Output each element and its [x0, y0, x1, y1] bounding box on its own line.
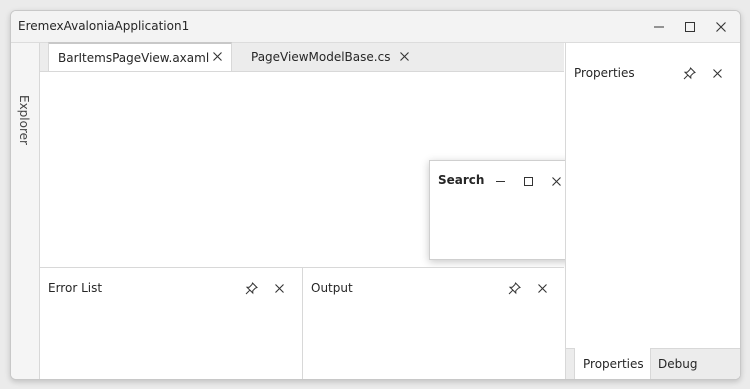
close-icon	[716, 22, 726, 32]
document-tabstrip: BarItemsPageView.axaml PageViewModelBase…	[40, 42, 564, 72]
minimize-icon	[654, 26, 664, 28]
tab-properties[interactable]: Properties	[574, 348, 651, 379]
properties-panel-title: Properties	[574, 66, 635, 80]
search-minimize-button[interactable]	[492, 173, 508, 189]
output-title: Output	[311, 281, 353, 295]
main-window: EremexAvaloniaApplication1 Explorer BarI…	[10, 10, 741, 380]
search-close-button[interactable]	[548, 173, 564, 189]
maximize-icon	[685, 22, 695, 32]
title-bar: EremexAvaloniaApplication1	[11, 11, 740, 43]
properties-bottom-tabstrip: Properties Debug	[566, 348, 740, 379]
search-window-title: Search	[438, 173, 485, 187]
tab-baritemspageview[interactable]: BarItemsPageView.axaml	[48, 42, 232, 71]
maximize-button[interactable]	[679, 17, 701, 37]
close-icon	[274, 283, 284, 293]
output-panel: Output	[303, 268, 564, 379]
left-dock-strip: Explorer	[11, 43, 40, 379]
window-title: EremexAvaloniaApplication1	[18, 19, 190, 33]
properties-close-button[interactable]	[709, 65, 725, 81]
close-icon	[400, 52, 409, 61]
search-floating-window[interactable]: Search	[429, 160, 579, 260]
close-icon	[551, 176, 561, 186]
tab-close-button[interactable]	[212, 51, 223, 62]
tab-pageviewmodelbase[interactable]: PageViewModelBase.cs	[241, 43, 421, 71]
close-icon	[712, 68, 722, 78]
properties-pin-button[interactable]	[681, 65, 697, 81]
document-area: BarItemsPageView.axaml PageViewModelBase…	[40, 42, 579, 267]
minimize-icon	[495, 180, 505, 182]
close-icon	[213, 52, 222, 61]
error-list-title: Error List	[48, 281, 103, 295]
pin-icon	[683, 66, 696, 79]
close-icon	[537, 283, 547, 293]
maximize-icon	[523, 176, 533, 186]
tab-label: BarItemsPageView.axaml	[58, 50, 210, 65]
minimize-button[interactable]	[648, 17, 670, 37]
tab-label: PageViewModelBase.cs	[251, 50, 391, 64]
output-pin-button[interactable]	[506, 280, 522, 296]
properties-panel: Properties Properties Debug	[565, 43, 740, 379]
error-list-pin-button[interactable]	[243, 280, 259, 296]
error-list-panel: Error List	[40, 268, 303, 379]
tab-close-button[interactable]	[399, 51, 410, 62]
explorer-tab-label: Explorer	[17, 95, 31, 145]
close-window-button[interactable]	[710, 17, 732, 37]
explorer-tab[interactable]: Explorer	[15, 95, 35, 145]
error-list-close-button[interactable]	[271, 280, 287, 296]
tab-properties-label: Properties	[583, 356, 644, 371]
output-close-button[interactable]	[534, 280, 550, 296]
tab-debug-label: Debug	[658, 357, 698, 371]
pin-icon	[245, 281, 258, 294]
tab-debug[interactable]: Debug	[658, 349, 718, 379]
search-maximize-button[interactable]	[520, 173, 536, 189]
bottom-dock-area: Error List Output	[40, 267, 564, 379]
pin-icon	[508, 281, 521, 294]
